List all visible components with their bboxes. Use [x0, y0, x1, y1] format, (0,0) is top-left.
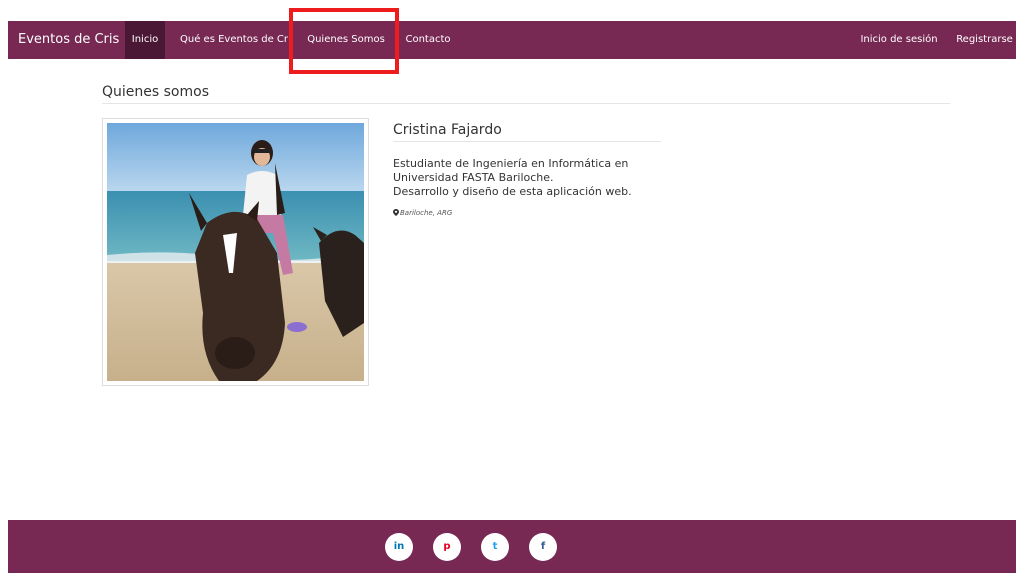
highlight-box: [289, 8, 399, 74]
profile-bio: Estudiante de Ingeniería en Informática …: [393, 157, 693, 199]
brand-logo[interactable]: Eventos de Cris: [18, 21, 119, 59]
nav-item-contacto[interactable]: Contacto: [398, 21, 458, 59]
location-text: Bariloche, ARG: [400, 209, 453, 217]
facebook-icon[interactable]: f: [529, 533, 557, 561]
footer: in p t f: [8, 520, 1016, 573]
top-navbar: Eventos de Cris Inicio Qué es Eventos de…: [8, 21, 1016, 59]
profile-photo-image: [107, 123, 364, 381]
nav-item-login[interactable]: Inicio de sesión: [854, 21, 944, 59]
nav-item-que-es[interactable]: Qué es Eventos de Cris: [174, 21, 288, 59]
linkedin-icon[interactable]: in: [385, 533, 413, 561]
nav-item-inicio[interactable]: Inicio: [125, 21, 165, 59]
profile-name: Cristina Fajardo: [393, 122, 502, 138]
bio-line: Estudiante de Ingeniería en Informática …: [393, 157, 629, 170]
bio-line: Universidad FASTA Bariloche.: [393, 171, 554, 184]
profile-name-divider: [393, 141, 661, 142]
bio-line: Desarrollo y diseño de esta aplicación w…: [393, 185, 632, 198]
pinterest-icon[interactable]: p: [433, 533, 461, 561]
twitter-icon[interactable]: t: [481, 533, 509, 561]
section-title: Quienes somos: [102, 84, 209, 100]
nav-item-register[interactable]: Registrarse: [953, 21, 1016, 59]
profile-location: Bariloche, ARG: [393, 209, 452, 217]
section-divider: [102, 103, 950, 104]
map-marker-icon: [393, 209, 399, 216]
profile-photo: [102, 118, 369, 386]
